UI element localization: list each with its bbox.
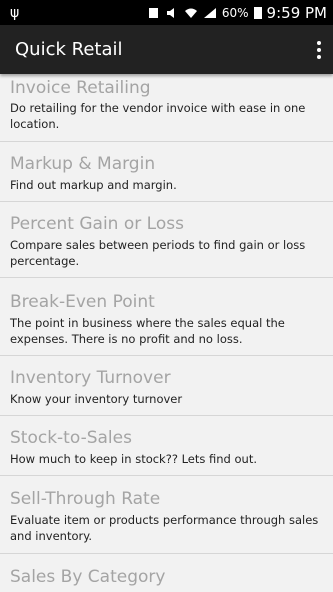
- app-title: Quick Retail: [15, 39, 123, 60]
- item-title: Markup & Margin: [10, 154, 156, 174]
- item-description: The point in business where the sales eq…: [10, 316, 285, 346]
- overflow-menu-icon[interactable]: [305, 25, 333, 74]
- list-item-invoice-retailing[interactable]: Invoice Retailing Do retailing for the v…: [0, 74, 333, 142]
- item-title: Sales By Category: [10, 567, 166, 587]
- battery-percent: 60%: [221, 5, 249, 20]
- list-item-sales-by-category[interactable]: Sales By Category: [0, 554, 333, 592]
- item-description: Know your inventory turnover: [10, 392, 183, 406]
- item-description: Evaluate item or products performance th…: [10, 513, 319, 543]
- clock: 9:59 PM: [266, 3, 327, 22]
- battery-icon: [253, 7, 262, 19]
- item-description: How much to keep in stock?? Lets find ou…: [10, 452, 257, 466]
- list-item-markup-margin[interactable]: Markup & Margin Find out markup and marg…: [0, 142, 333, 202]
- item-description: Find out markup and margin.: [10, 178, 177, 192]
- item-title: Break-Even Point: [10, 292, 155, 312]
- list-item-stock-to-sales[interactable]: Stock-to-Sales How much to keep in stock…: [0, 416, 333, 476]
- calculator-list: Invoice Retailing Do retailing for the v…: [0, 74, 333, 592]
- item-description: Do retailing for the vendor invoice with…: [10, 101, 306, 131]
- sim-icon: [148, 7, 158, 18]
- app-bar: Quick Retail: [0, 25, 333, 74]
- item-title: Sell-Through Rate: [10, 489, 161, 509]
- usb-icon: ψ: [10, 4, 20, 21]
- item-title: Stock-to-Sales: [10, 428, 132, 448]
- item-title: Invoice Retailing: [10, 78, 151, 98]
- signal-icon: [203, 7, 216, 18]
- list-item-percent-gain-loss[interactable]: Percent Gain or Loss Compare sales betwe…: [0, 202, 333, 278]
- item-title: Inventory Turnover: [10, 368, 171, 388]
- list-item-break-even[interactable]: Break-Even Point The point in business w…: [0, 278, 333, 356]
- item-description: Compare sales between periods to find ga…: [10, 238, 306, 268]
- item-title: Percent Gain or Loss: [10, 214, 184, 234]
- status-bar: ψ 60% 9:59 PM: [0, 0, 333, 25]
- list-item-inventory-turnover[interactable]: Inventory Turnover Know your inventory t…: [0, 356, 333, 416]
- list-item-sell-through[interactable]: Sell-Through Rate Evaluate item or produ…: [0, 476, 333, 554]
- mute-icon: [166, 7, 174, 18]
- wifi-icon: [184, 8, 197, 18]
- status-icons: 60% 9:59 PM: [147, 4, 333, 22]
